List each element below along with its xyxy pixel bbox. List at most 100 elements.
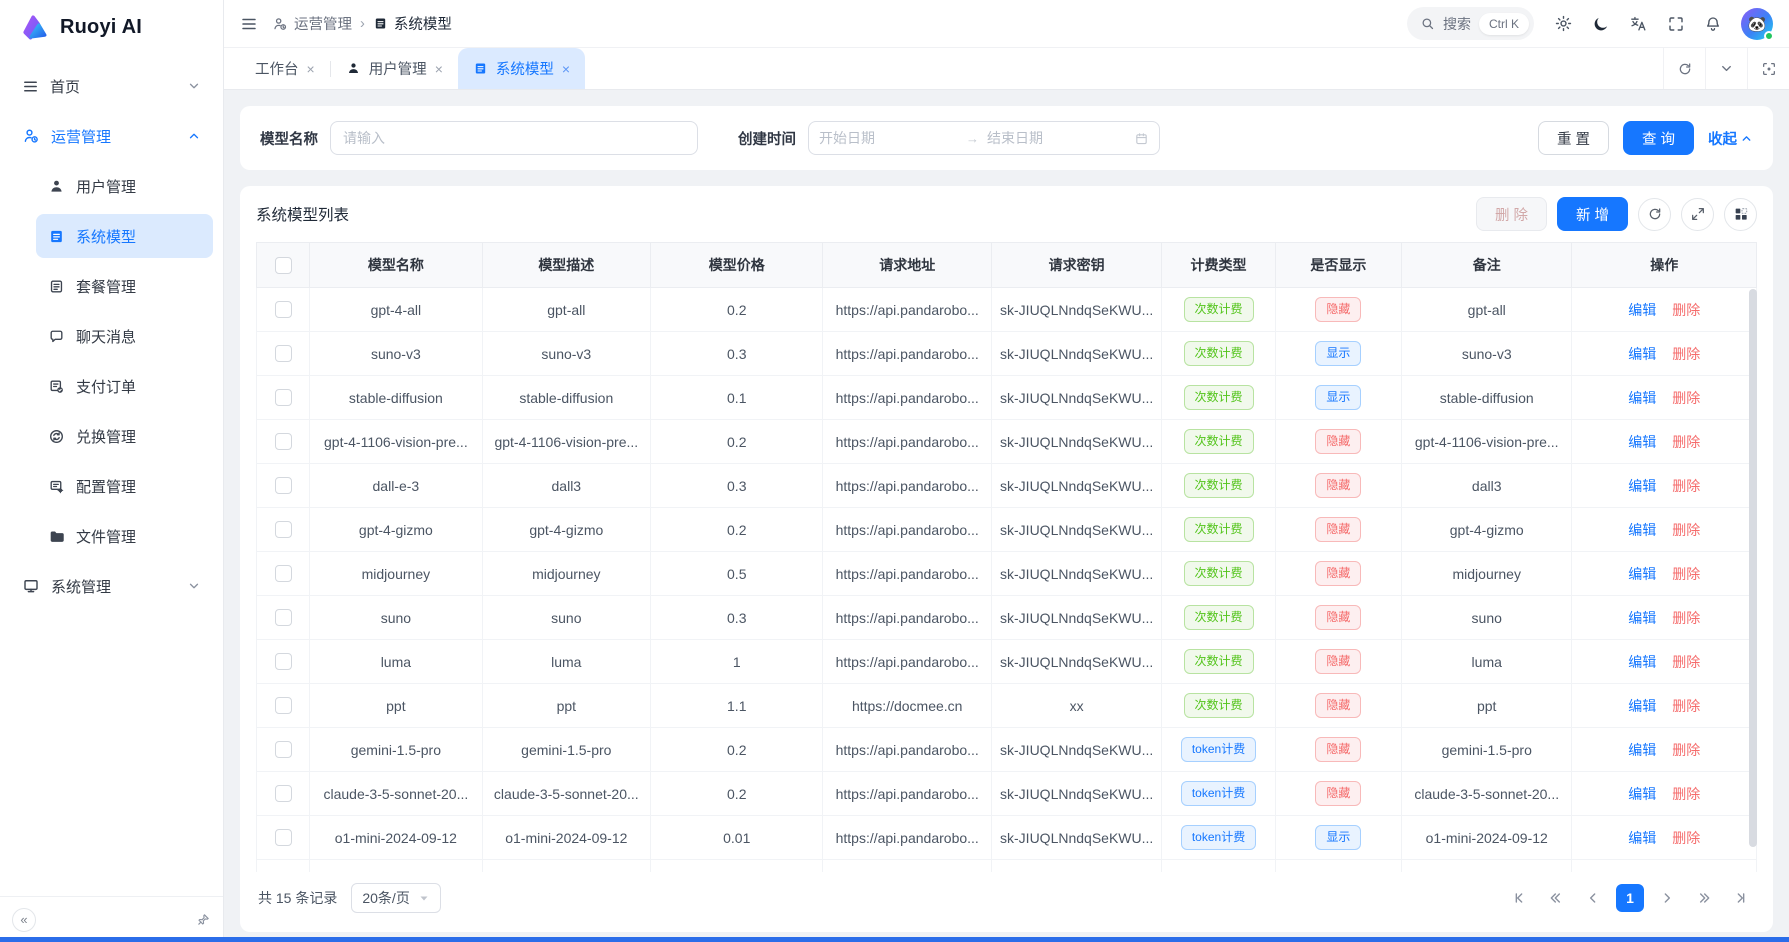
column-settings-icon[interactable] [1724, 198, 1757, 231]
next-5-pages-button[interactable] [1690, 884, 1718, 912]
collapse-filter-link[interactable]: 收起 [1708, 128, 1753, 149]
next-page-button[interactable] [1653, 884, 1681, 912]
table-scrollbar[interactable] [1749, 289, 1757, 870]
edit-link[interactable]: 编辑 [1628, 566, 1656, 582]
sidebar-item-file-management[interactable]: 文件管理 [36, 514, 213, 558]
sidebar-item-chat-messages[interactable]: 聊天消息 [36, 314, 213, 358]
sidebar-item-config-management[interactable]: 配置管理 [36, 464, 213, 508]
edit-link[interactable]: 编辑 [1628, 434, 1656, 450]
search-button[interactable]: 查 询 [1623, 121, 1694, 155]
refresh-icon[interactable] [1663, 48, 1705, 89]
sidebar-item-operations[interactable]: 运营管理 [10, 114, 213, 158]
delete-link[interactable]: 删除 [1672, 566, 1700, 582]
row-checkbox[interactable] [275, 829, 292, 846]
delete-link[interactable]: 删除 [1672, 698, 1700, 714]
sidebar-item-package-management[interactable]: 套餐管理 [36, 264, 213, 308]
translate-icon[interactable] [1629, 14, 1648, 33]
tab-user-management[interactable]: 用户管理 × [331, 48, 458, 89]
row-checkbox[interactable] [275, 697, 292, 714]
date-range-input[interactable]: 开始日期 → 结束日期 [808, 121, 1160, 155]
row-checkbox[interactable] [275, 565, 292, 582]
pagination: 1 [1505, 884, 1755, 912]
hamburger-icon[interactable] [240, 15, 258, 33]
dark-mode-moon-icon[interactable] [1592, 15, 1610, 33]
select-all-checkbox[interactable] [275, 257, 292, 274]
sidebar-item-system-management[interactable]: 系统管理 [10, 564, 213, 608]
row-checkbox[interactable] [275, 521, 292, 538]
delete-link[interactable]: 删除 [1672, 830, 1700, 846]
breadcrumb-item-operations[interactable]: 运营管理 [272, 13, 352, 34]
row-checkbox[interactable] [275, 433, 292, 450]
tab-system-model[interactable]: 系统模型 × [458, 48, 585, 89]
focus-mode-icon[interactable] [1747, 48, 1789, 89]
column-header: 操作 [1572, 243, 1757, 288]
edit-link[interactable]: 编辑 [1628, 830, 1656, 846]
row-checkbox[interactable] [275, 653, 292, 670]
delete-link[interactable]: 删除 [1672, 478, 1700, 494]
delete-link[interactable]: 删除 [1672, 302, 1700, 318]
settings-gear-icon[interactable] [1554, 14, 1573, 33]
close-icon[interactable]: × [435, 62, 443, 76]
sidebar-item-exchange-management[interactable]: 兑换管理 [36, 414, 213, 458]
cell-model-name: gpt-4-1106-vision-pre... [310, 420, 482, 464]
prev-page-button[interactable] [1579, 884, 1607, 912]
delete-link[interactable]: 删除 [1672, 390, 1700, 406]
sidebar-collapse-button[interactable]: « [12, 908, 36, 932]
close-icon[interactable]: × [562, 62, 570, 76]
expand-icon[interactable] [1681, 198, 1714, 231]
prev-5-pages-button[interactable] [1542, 884, 1570, 912]
edit-link[interactable]: 编辑 [1628, 522, 1656, 538]
sidebar-item-system-model[interactable]: 系统模型 [36, 214, 213, 258]
sidebar-item-home[interactable]: 首页 [10, 64, 213, 108]
cell-billing-type: 次数计费 [1162, 332, 1275, 376]
row-checkbox[interactable] [275, 301, 292, 318]
cell-model-price: 0.2 [651, 728, 823, 772]
edit-link[interactable]: 编辑 [1628, 786, 1656, 802]
row-checkbox[interactable] [275, 785, 292, 802]
fullscreen-icon[interactable] [1667, 15, 1685, 33]
edit-link[interactable]: 编辑 [1628, 346, 1656, 362]
user-avatar[interactable]: 🐼 [1741, 8, 1773, 40]
delete-button[interactable]: 删 除 [1476, 197, 1547, 231]
delete-link[interactable]: 删除 [1672, 742, 1700, 758]
delete-link[interactable]: 删除 [1672, 610, 1700, 626]
row-checkbox[interactable] [275, 741, 292, 758]
first-page-button[interactable] [1505, 884, 1533, 912]
edit-link[interactable]: 编辑 [1628, 654, 1656, 670]
add-button[interactable]: 新 增 [1557, 197, 1628, 231]
row-checkbox[interactable] [275, 389, 292, 406]
delete-link[interactable]: 删除 [1672, 346, 1700, 362]
row-checkbox[interactable] [275, 609, 292, 626]
visible-badge: 隐藏 [1315, 693, 1361, 717]
sidebar-item-payment-orders[interactable]: 支付订单 [36, 364, 213, 408]
tab-workbench[interactable]: 工作台 × [240, 48, 330, 89]
breadcrumb-item-system-model[interactable]: 系统模型 [373, 13, 452, 34]
cell-model-name: claude-3-5-sonnet-20... [310, 772, 482, 816]
edit-link[interactable]: 编辑 [1628, 478, 1656, 494]
delete-link[interactable]: 删除 [1672, 654, 1700, 670]
delete-link[interactable]: 删除 [1672, 522, 1700, 538]
edit-link[interactable]: 编辑 [1628, 610, 1656, 626]
chevron-down-icon[interactable] [1705, 48, 1747, 89]
sidebar-item-user-management[interactable]: 用户管理 [36, 164, 213, 208]
row-checkbox[interactable] [275, 345, 292, 362]
edit-link[interactable]: 编辑 [1628, 390, 1656, 406]
delete-link[interactable]: 删除 [1672, 786, 1700, 802]
model-name-input[interactable]: 请输入 [330, 121, 698, 155]
current-page[interactable]: 1 [1616, 884, 1644, 912]
edit-link[interactable]: 编辑 [1628, 742, 1656, 758]
global-search[interactable]: 搜索 Ctrl K [1407, 7, 1534, 40]
row-select-cell [257, 376, 310, 420]
delete-link[interactable]: 删除 [1672, 434, 1700, 450]
edit-link[interactable]: 编辑 [1628, 302, 1656, 318]
last-page-button[interactable] [1727, 884, 1755, 912]
close-icon[interactable]: × [307, 62, 315, 76]
row-checkbox[interactable] [275, 477, 292, 494]
pin-icon[interactable] [196, 912, 211, 927]
scrollbar-thumb[interactable] [1749, 289, 1757, 847]
refresh-icon[interactable] [1638, 198, 1671, 231]
edit-link[interactable]: 编辑 [1628, 698, 1656, 714]
reset-button[interactable]: 重 置 [1538, 121, 1609, 155]
page-size-select[interactable]: 20条/页 [351, 883, 440, 913]
notifications-bell-icon[interactable] [1704, 15, 1722, 33]
